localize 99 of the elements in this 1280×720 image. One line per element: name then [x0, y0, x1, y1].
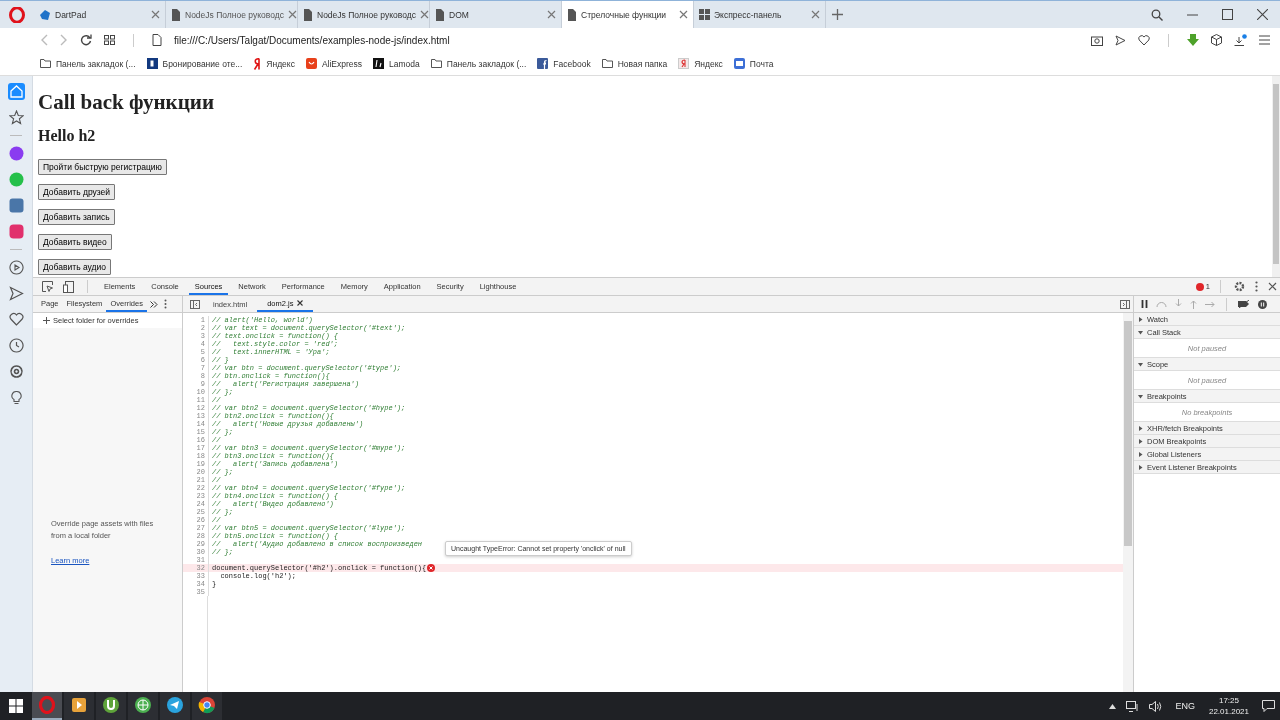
- plus-icon: [43, 317, 50, 324]
- bookmark-link[interactable]: Бронирование оте...: [146, 58, 243, 69]
- triangle-icon: [1138, 464, 1143, 470]
- vk-icon[interactable]: [7, 197, 25, 214]
- ring-logo-icon[interactable]: [9, 6, 25, 23]
- send-icon[interactable]: [7, 285, 25, 302]
- panel-toggle-icon[interactable]: [190, 299, 200, 309]
- browser-tab[interactable]: Стрелочные функции: [562, 1, 694, 28]
- page-icon: [303, 8, 313, 21]
- send-icon[interactable]: [1115, 34, 1126, 46]
- folder-icon: [430, 59, 442, 68]
- triangle-icon: [1138, 393, 1143, 399]
- page-heading: Call back функции: [38, 90, 216, 115]
- globe-icon[interactable]: [128, 692, 158, 720]
- chrome-icon[interactable]: [192, 692, 222, 720]
- folder-icon: [601, 59, 613, 68]
- folder-icon: [40, 59, 51, 68]
- triangle-icon: [1138, 451, 1143, 457]
- letter-mark-icon: [253, 57, 262, 70]
- panel-toggle-icon[interactable]: [1120, 299, 1130, 309]
- shopping-icon: [305, 58, 317, 69]
- page-button[interactable]: Добавить запись: [38, 209, 115, 225]
- bookmark-link[interactable]: Почта: [733, 58, 774, 69]
- star-icon[interactable]: [7, 109, 25, 126]
- bookmark-link[interactable]: Facebook: [537, 58, 591, 69]
- close-icon[interactable]: [297, 300, 304, 306]
- letter-mark-icon: [678, 58, 690, 69]
- new-tab-icon[interactable]: [832, 9, 843, 20]
- scrollbar[interactable]: [1272, 76, 1280, 277]
- play-icon[interactable]: [7, 259, 25, 276]
- settings-icon[interactable]: [1234, 281, 1245, 292]
- bookmark-link[interactable]: Lamoda: [373, 58, 420, 69]
- scrollbar[interactable]: [1123, 313, 1133, 692]
- page-icon: [171, 8, 181, 21]
- caret-icon[interactable]: [1109, 703, 1117, 709]
- cube-icon[interactable]: [1211, 34, 1222, 46]
- clock[interactable]: 17:25 22.01.2021: [1208, 695, 1249, 717]
- more-icon[interactable]: [163, 299, 167, 309]
- clock-icon[interactable]: [7, 337, 25, 354]
- facebook-icon: [537, 58, 549, 69]
- media-player-icon[interactable]: [64, 692, 94, 720]
- bookmark-link[interactable]: AliExpress: [305, 58, 363, 69]
- chevron-icon[interactable]: [149, 300, 158, 308]
- error-dot-icon: [1195, 282, 1204, 291]
- messenger-icon[interactable]: [7, 145, 25, 162]
- page-icon: [435, 8, 445, 21]
- close-icon[interactable]: [1257, 9, 1268, 20]
- notification-icon[interactable]: [1262, 700, 1275, 712]
- grid-icon[interactable]: [104, 35, 115, 45]
- page-subheading: Hello h2: [38, 127, 97, 145]
- inspect-icon[interactable]: [42, 281, 53, 292]
- page-button[interactable]: Пройти быструю регистрацию: [38, 159, 167, 175]
- settings-icon[interactable]: [7, 363, 25, 380]
- triangle-icon: [1138, 316, 1143, 322]
- download-icon[interactable]: [1234, 33, 1247, 47]
- triangle-icon: [1138, 438, 1143, 444]
- bookmark-link[interactable]: Яндекс: [678, 58, 723, 69]
- search-icon[interactable]: [1151, 8, 1163, 21]
- triangle-icon: [1138, 361, 1143, 367]
- pause-icon[interactable]: [1141, 300, 1148, 308]
- heart-icon[interactable]: [1138, 34, 1150, 46]
- deactivate-breakpoints-icon[interactable]: [1238, 300, 1250, 308]
- bookmark-link[interactable]: Яндекс: [253, 57, 295, 70]
- menu-icon[interactable]: [1259, 35, 1270, 45]
- page-icon: [567, 8, 577, 21]
- pause-exceptions-icon[interactable]: [1258, 299, 1267, 309]
- instagram-icon[interactable]: [7, 223, 25, 240]
- volume-icon[interactable]: [1149, 700, 1163, 712]
- triangle-icon: [1138, 425, 1143, 431]
- bookmark-link[interactable]: Панель закладок (...: [40, 58, 136, 69]
- square-logo-icon: [373, 58, 385, 69]
- network-icon[interactable]: [1126, 700, 1140, 712]
- dart-icon: [39, 8, 51, 21]
- page-button[interactable]: Добавить друзей: [38, 184, 116, 200]
- triangle-icon: [1138, 329, 1143, 335]
- reload-icon[interactable]: [80, 34, 92, 46]
- more-icon[interactable]: [1255, 281, 1258, 292]
- grid-icon: [699, 9, 710, 20]
- maximize-icon[interactable]: [1222, 9, 1233, 20]
- bookmark-link[interactable]: Новая папка: [601, 58, 668, 69]
- telegram-icon[interactable]: [160, 692, 190, 720]
- device-icon[interactable]: [63, 280, 74, 293]
- mail-icon: [733, 58, 745, 69]
- page-button[interactable]: Добавить видео: [38, 234, 112, 250]
- address-field[interactable]: file:///C:/Users/Talgat/Documents/examples-node-js/index.html: [174, 34, 450, 46]
- camera-icon[interactable]: [1091, 34, 1103, 46]
- torrent-icon[interactable]: [96, 692, 126, 720]
- heart-icon[interactable]: [7, 311, 25, 328]
- tile-grid-icon[interactable]: [9, 699, 23, 713]
- bookmark-link[interactable]: Панель закладок (...: [430, 58, 527, 69]
- download-arrow-icon[interactable]: [1187, 34, 1199, 46]
- square-logo-icon: [146, 58, 158, 69]
- page-button[interactable]: Добавить аудио: [38, 259, 111, 275]
- opera-icon[interactable]: [32, 692, 62, 720]
- error-icon[interactable]: [427, 564, 436, 572]
- home-icon[interactable]: [7, 83, 25, 100]
- file-icon: [152, 34, 162, 46]
- close-icon[interactable]: [1268, 282, 1277, 291]
- language-indicator[interactable]: ENG: [1175, 701, 1195, 711]
